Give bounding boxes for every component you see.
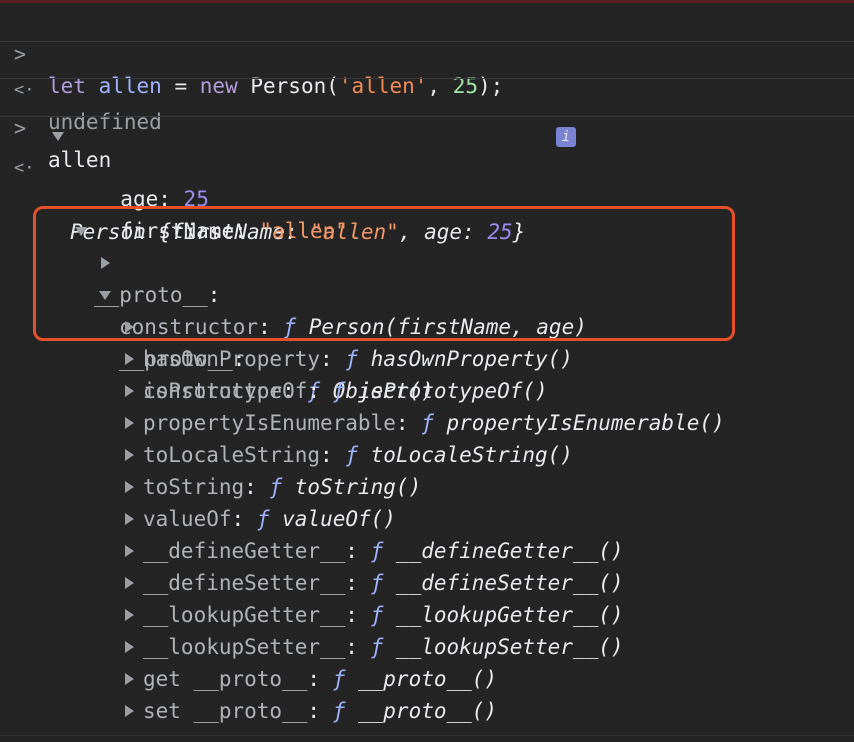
- method-row[interactable]: set __proto__: ƒ __proto__(): [119, 695, 819, 727]
- property-value: propertyIsEnumerable(): [446, 411, 725, 435]
- divider: [0, 735, 854, 736]
- collapsed-triangle-icon[interactable]: [125, 545, 134, 557]
- collapsed-triangle-icon[interactable]: [125, 705, 134, 717]
- colon: :: [395, 411, 409, 435]
- method-row[interactable]: toString: ƒ toString(): [119, 471, 819, 503]
- method-row[interactable]: __lookupGetter__: ƒ __lookupGetter__(): [119, 599, 819, 631]
- function-symbol: ƒ: [421, 411, 434, 435]
- property-key: isPrototypeOf: [143, 379, 308, 403]
- property-key: __defineSetter__: [143, 571, 346, 595]
- method-row[interactable]: propertyIsEnumerable: ƒ propertyIsEnumer…: [119, 407, 819, 439]
- function-symbol: ƒ: [332, 699, 346, 723]
- colon: :: [345, 571, 358, 595]
- method-row[interactable]: __lookupSetter__: ƒ __lookupSetter__(): [119, 631, 819, 663]
- colon: :: [345, 635, 358, 659]
- collapsed-triangle-icon[interactable]: [125, 449, 134, 461]
- function-symbol: ƒ: [345, 347, 358, 371]
- property-value: toString(): [294, 475, 422, 499]
- expand-triangle-icon[interactable]: [52, 132, 64, 141]
- colon: :: [345, 539, 358, 563]
- function-symbol: ƒ: [256, 507, 270, 531]
- property-value: toLocaleString(): [370, 443, 573, 467]
- property-key: __lookupGetter__: [143, 603, 346, 627]
- method-row[interactable]: isPrototypeOf: ƒ isPrototypeOf(): [119, 375, 819, 407]
- property-value: __lookupGetter__(): [395, 603, 624, 627]
- property-value: __defineSetter__(): [395, 571, 624, 595]
- console-input-line[interactable]: > let allen = new Person('allen', 25);: [0, 6, 854, 98]
- collapsed-triangle-icon[interactable]: [125, 609, 134, 621]
- highlight-annotation-box: [33, 206, 735, 341]
- console-input-line[interactable]: > allen: [0, 80, 854, 172]
- collapsed-triangle-icon[interactable]: [125, 417, 134, 429]
- colon: :: [244, 475, 257, 499]
- info-badge-letter: i: [556, 127, 576, 147]
- property-value: hasOwnProperty(): [370, 347, 573, 371]
- colon: :: [320, 347, 333, 371]
- property-key: propertyIsEnumerable: [143, 411, 396, 435]
- method-row[interactable]: hasOwnProperty: ƒ hasOwnProperty(): [119, 343, 819, 375]
- property-row: age: 25: [95, 151, 209, 211]
- colon: :: [307, 699, 321, 723]
- collapsed-triangle-icon[interactable]: [125, 353, 134, 365]
- function-symbol: ƒ: [345, 443, 358, 467]
- property-value: __proto__(): [358, 667, 498, 691]
- property-key: __lookupSetter__: [143, 635, 346, 659]
- colon: :: [320, 443, 333, 467]
- property-key: get __proto__: [143, 667, 308, 691]
- property-value: isPrototypeOf(): [358, 379, 548, 403]
- divider: [0, 116, 854, 117]
- divider: [0, 78, 854, 79]
- collapsed-triangle-icon[interactable]: [125, 577, 134, 589]
- method-row[interactable]: __defineGetter__: ƒ __defineGetter__(): [119, 535, 819, 567]
- return-arrow-icon: <·: [14, 158, 35, 178]
- function-symbol: ƒ: [370, 571, 384, 595]
- console-output-line: <· undefined: [0, 42, 854, 134]
- collapsed-triangle-icon[interactable]: [125, 385, 134, 397]
- property-value: __proto__(): [358, 699, 498, 723]
- top-border: [0, 0, 854, 3]
- colon: :: [307, 379, 321, 403]
- function-symbol: ƒ: [332, 379, 346, 403]
- method-row[interactable]: __defineSetter__: ƒ __defineSetter__(): [119, 567, 819, 599]
- collapsed-triangle-icon[interactable]: [125, 481, 134, 493]
- property-key: toLocaleString: [143, 443, 321, 467]
- property-key: toString: [143, 475, 245, 499]
- collapsed-triangle-icon[interactable]: [125, 673, 134, 685]
- info-icon[interactable]: i: [548, 120, 576, 152]
- property-key: set __proto__: [143, 699, 308, 723]
- function-symbol: ƒ: [370, 603, 384, 627]
- collapsed-triangle-icon[interactable]: [125, 641, 134, 653]
- function-symbol: ƒ: [370, 539, 384, 563]
- object-header-row[interactable]: <· Person {firstName: "allen", age: 25} …: [0, 120, 854, 244]
- colon: :: [307, 667, 321, 691]
- method-row[interactable]: get __proto__: ƒ __proto__(): [119, 663, 819, 695]
- property-key: valueOf: [143, 507, 232, 531]
- property-value: __defineGetter__(): [395, 539, 624, 563]
- colon: :: [345, 603, 358, 627]
- property-value: valueOf(): [282, 507, 396, 531]
- colon: :: [231, 507, 245, 531]
- function-symbol: ƒ: [269, 475, 283, 499]
- property-key: hasOwnProperty: [143, 347, 321, 371]
- property-value: __lookupSetter__(): [395, 635, 624, 659]
- property-key: __defineGetter__: [143, 539, 346, 563]
- method-row[interactable]: valueOf: ƒ valueOf(): [119, 503, 819, 535]
- function-symbol: ƒ: [332, 667, 346, 691]
- collapsed-triangle-icon[interactable]: [125, 513, 134, 525]
- method-row[interactable]: toLocaleString: ƒ toLocaleString(): [119, 439, 819, 471]
- function-symbol: ƒ: [370, 635, 384, 659]
